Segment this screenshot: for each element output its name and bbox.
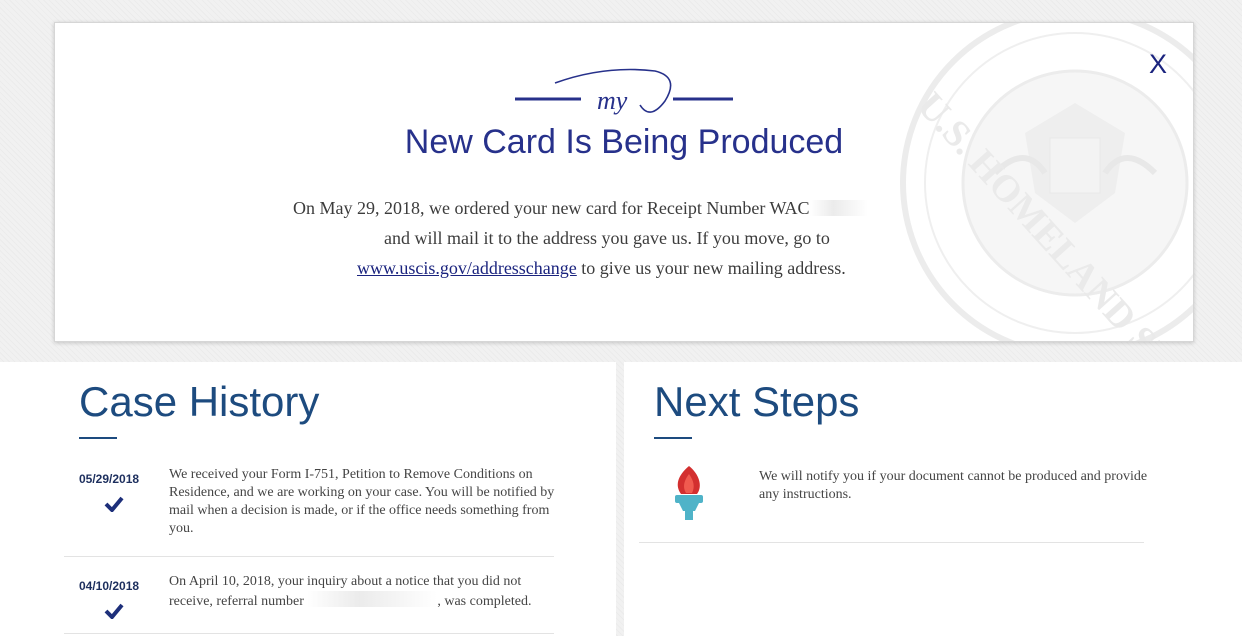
history-text: We received your Form I-751, Petition to… [169, 467, 555, 536]
body-line-3: to give us your new mailing address. [576, 258, 846, 278]
redacted-referral-number [307, 591, 438, 607]
next-step-text: We will notify you if your document cann… [759, 469, 1148, 502]
status-card: U.S. HOMELAND SECU X my New Card Is Bein… [54, 22, 1194, 342]
logo-text: my [597, 86, 628, 115]
next-step-item: We will notify you if your document cann… [639, 462, 1147, 543]
address-change-link[interactable]: www.uscis.gov/addresschange [357, 258, 577, 278]
case-history-title: Case History [79, 378, 320, 425]
close-button[interactable]: X [1149, 51, 1167, 78]
history-item: 05/29/2018 We received your Form I-751, … [64, 467, 554, 557]
dhs-seal-watermark: U.S. HOMELAND SECU [900, 23, 1193, 341]
redacted-receipt-number [809, 200, 868, 216]
history-text: On April 10, 2018, your inquiry about a … [169, 573, 559, 611]
torch-icon [675, 466, 703, 520]
body-line-2: and will mail it to the address you gave… [384, 228, 830, 248]
history-text-after: , was completed. [437, 594, 532, 609]
history-date: 05/29/2018 [79, 472, 140, 486]
next-steps-panel: Next Steps We will notify you if your do… [624, 362, 1242, 636]
history-date: 04/10/2018 [79, 579, 140, 593]
title-underline [654, 437, 692, 439]
body-line-1: On May 29, 2018, we ordered your new car… [293, 198, 810, 218]
title-underline [79, 437, 117, 439]
card-body: On May 29, 2018, we ordered your new car… [291, 193, 891, 283]
card-title: New Card Is Being Produced [404, 123, 844, 161]
history-item: 04/10/2018 On April 10, 2018, your inqui… [64, 574, 554, 634]
check-icon [104, 496, 124, 512]
my-uscis-logo: my [515, 68, 733, 115]
check-icon [104, 603, 124, 619]
case-history-panel: Case History 05/29/2018 We received your… [0, 362, 616, 636]
next-steps-title: Next Steps [654, 378, 860, 425]
